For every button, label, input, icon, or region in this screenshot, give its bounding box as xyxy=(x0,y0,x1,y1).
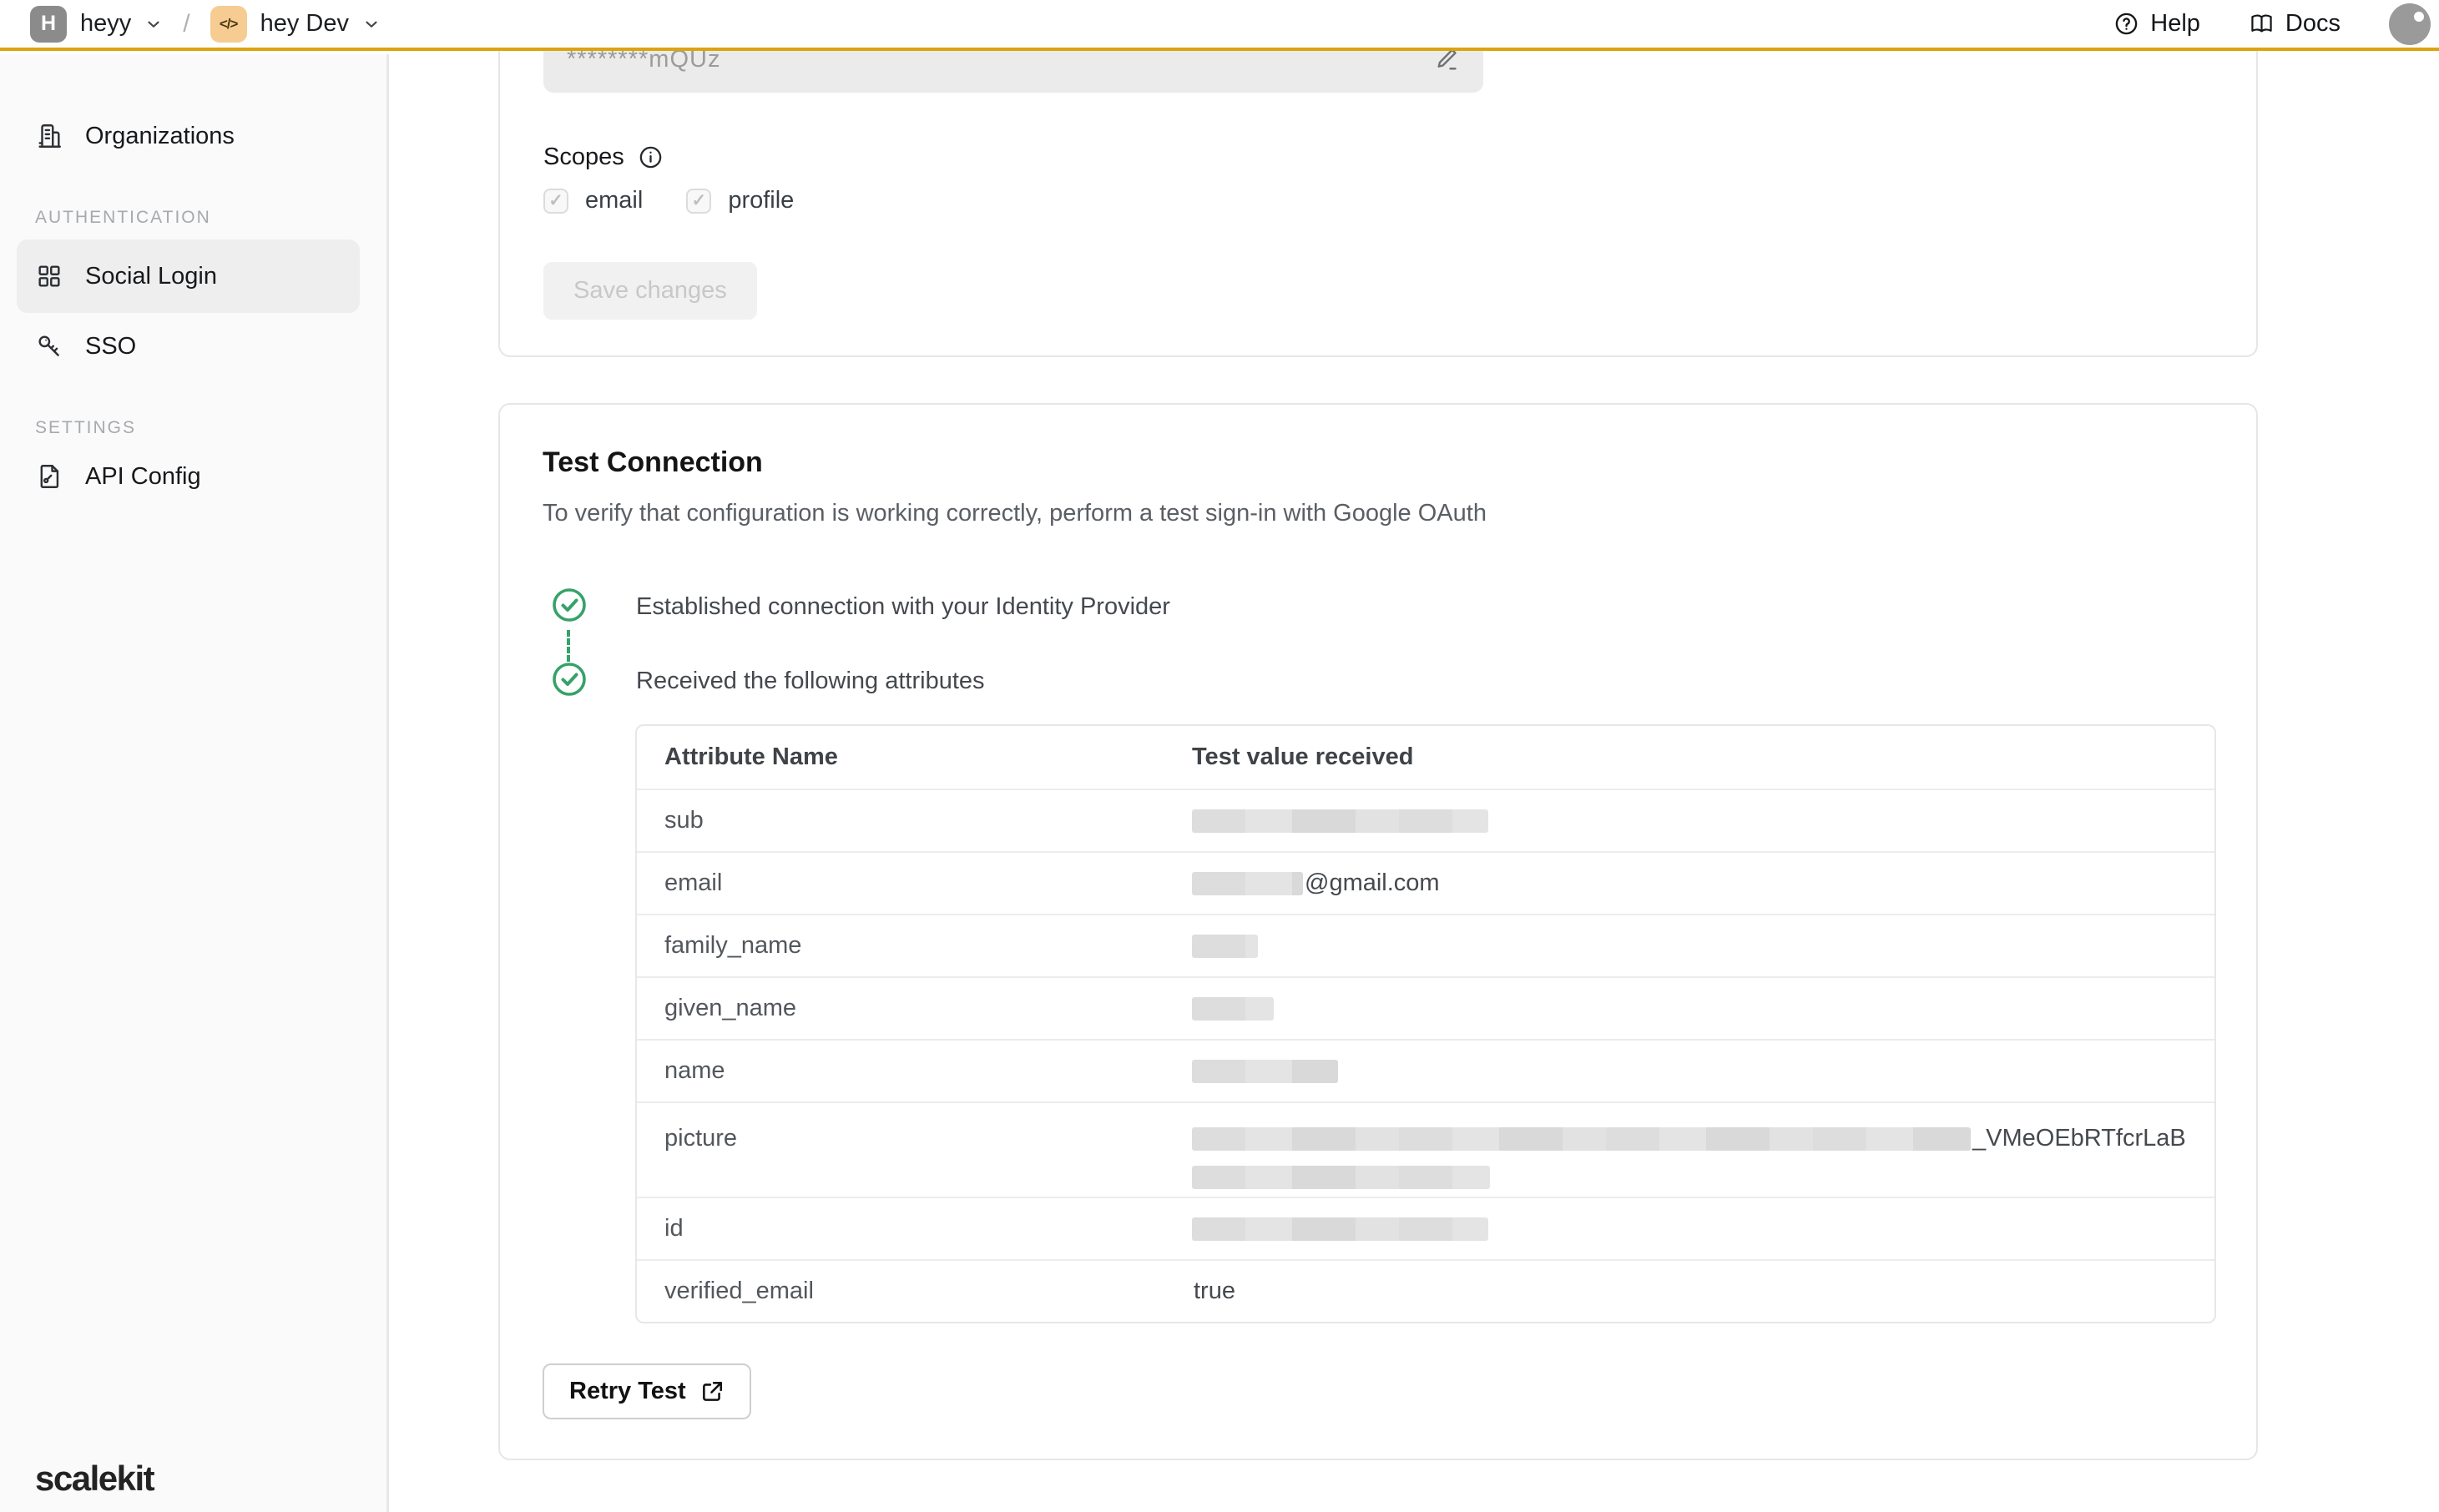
redacted-value xyxy=(1192,934,1258,958)
help-circle-icon xyxy=(2115,13,2138,35)
sidebar-item-api-config[interactable]: API Config xyxy=(0,450,386,503)
success-check-icon xyxy=(553,663,586,696)
breadcrumb-separator: / xyxy=(183,9,190,38)
scope-label: profile xyxy=(728,187,795,214)
sidebar-item-label: SSO xyxy=(85,332,137,360)
value-text: true xyxy=(1194,1278,1235,1304)
docs-label: Docs xyxy=(2285,10,2341,37)
org-name[interactable]: heyy xyxy=(80,10,131,38)
top-bar-actions: Help Docs xyxy=(2113,3,2431,45)
step-received-attributes: Received the following attributes xyxy=(636,668,985,694)
retry-test-label: Retry Test xyxy=(569,1378,686,1404)
attribute-name-cell: given_name xyxy=(664,995,796,1021)
table-row-family-name: family_name xyxy=(637,914,2214,976)
sidebar-item-organizations[interactable]: Organizations xyxy=(0,109,386,163)
save-changes-button[interactable]: Save changes xyxy=(543,262,757,320)
docs-link[interactable]: Docs xyxy=(2249,10,2341,38)
redacted-value xyxy=(1192,1166,1490,1189)
scopes-checkboxes: ✓ email ✓ profile xyxy=(543,187,837,214)
sidebar-item-social-login[interactable]: Social Login xyxy=(17,239,360,313)
value-text: @gmail.com xyxy=(1305,869,1440,896)
org-avatar[interactable]: H xyxy=(30,5,67,43)
user-avatar[interactable] xyxy=(2389,3,2431,45)
organizations-icon xyxy=(38,124,61,148)
sidebar-section-authentication: AUTHENTICATION xyxy=(35,208,211,227)
project-badge-icon[interactable]: </> xyxy=(210,5,247,43)
attribute-name-cell: picture xyxy=(664,1125,738,1152)
step-connector-line xyxy=(567,630,570,662)
table-row-id: id xyxy=(637,1197,2214,1259)
redacted-value xyxy=(1192,871,1303,895)
redacted-value xyxy=(1192,809,1488,833)
attribute-name-cell: id xyxy=(664,1215,684,1242)
scope-profile[interactable]: ✓ profile xyxy=(686,187,794,214)
attributes-table: Attribute Name Test value received sub e… xyxy=(635,724,2216,1323)
top-bar: H heyy / </> hey Dev Help Docs xyxy=(0,0,2439,51)
sidebar-item-label: Organizations xyxy=(85,122,235,149)
table-row-given-name: given_name xyxy=(637,976,2214,1039)
sidebar-item-sso[interactable]: SSO xyxy=(0,320,386,373)
value-text: _VMeOEbRTfcrLaB xyxy=(1972,1125,2186,1152)
scopes-label: Scopes xyxy=(543,144,624,170)
redacted-value xyxy=(1192,1126,1971,1151)
chevron-down-icon[interactable] xyxy=(144,15,163,33)
provider-config-card: ********mQUz Scopes ✓ email ✓ profile Sa… xyxy=(498,0,2258,357)
attribute-name-cell: family_name xyxy=(664,932,802,959)
info-icon[interactable] xyxy=(638,144,664,170)
table-row-name: name xyxy=(637,1039,2214,1101)
scope-email[interactable]: ✓ email xyxy=(543,187,643,214)
redacted-value xyxy=(1192,996,1274,1021)
retry-test-button[interactable]: Retry Test xyxy=(543,1363,751,1419)
step-established-connection: Established connection with your Identit… xyxy=(636,593,1170,620)
help-label: Help xyxy=(2150,10,2200,37)
column-header-test-value: Test value received xyxy=(1192,743,1414,770)
help-link[interactable]: Help xyxy=(2113,10,2200,38)
attribute-name-cell: sub xyxy=(664,807,704,834)
success-check-icon xyxy=(553,588,586,622)
sidebar-item-label: Social Login xyxy=(85,262,217,290)
table-row-email: email @gmail.com xyxy=(637,851,2214,914)
test-connection-title: Test Connection xyxy=(543,446,763,478)
sidebar-section-settings: SETTINGS xyxy=(35,418,137,437)
grid-icon xyxy=(38,265,60,287)
test-connection-card: Test Connection To verify that configura… xyxy=(498,403,2258,1460)
key-icon xyxy=(38,335,59,356)
checkbox-checked-icon[interactable]: ✓ xyxy=(543,188,568,214)
table-row-sub: sub xyxy=(637,789,2214,851)
attribute-name-cell: name xyxy=(664,1057,725,1084)
table-header-row: Attribute Name Test value received xyxy=(637,726,2214,789)
sidebar-item-label: API Config xyxy=(85,462,201,490)
redacted-value xyxy=(1192,1059,1338,1083)
docs-book-icon xyxy=(2251,14,2272,33)
redacted-value xyxy=(1192,1217,1488,1241)
scope-label: email xyxy=(585,187,644,214)
scopes-row: Scopes xyxy=(543,144,664,171)
table-row-picture: picture _VMeOEbRTfcrLaB xyxy=(637,1101,2214,1197)
attribute-name-cell: email xyxy=(664,869,723,896)
sidebar: Organizations AUTHENTICATION Social Logi… xyxy=(0,54,389,1512)
project-name[interactable]: hey Dev xyxy=(260,10,349,38)
external-link-icon xyxy=(702,1381,722,1401)
chevron-down-icon[interactable] xyxy=(362,15,381,33)
scalekit-logo: scalekit xyxy=(35,1459,155,1498)
table-row-verified-email: verified_email true xyxy=(637,1259,2214,1322)
test-connection-description: To verify that configuration is working … xyxy=(543,500,1487,527)
checkbox-checked-icon[interactable]: ✓ xyxy=(686,188,712,214)
column-header-attribute-name: Attribute Name xyxy=(664,743,838,770)
api-config-file-icon xyxy=(40,465,59,488)
breadcrumb: H heyy / </> hey Dev xyxy=(30,5,381,43)
scalekit-dashboard: Organizations AUTHENTICATION Social Logi… xyxy=(0,0,2439,1512)
attribute-name-cell: verified_email xyxy=(664,1278,814,1304)
